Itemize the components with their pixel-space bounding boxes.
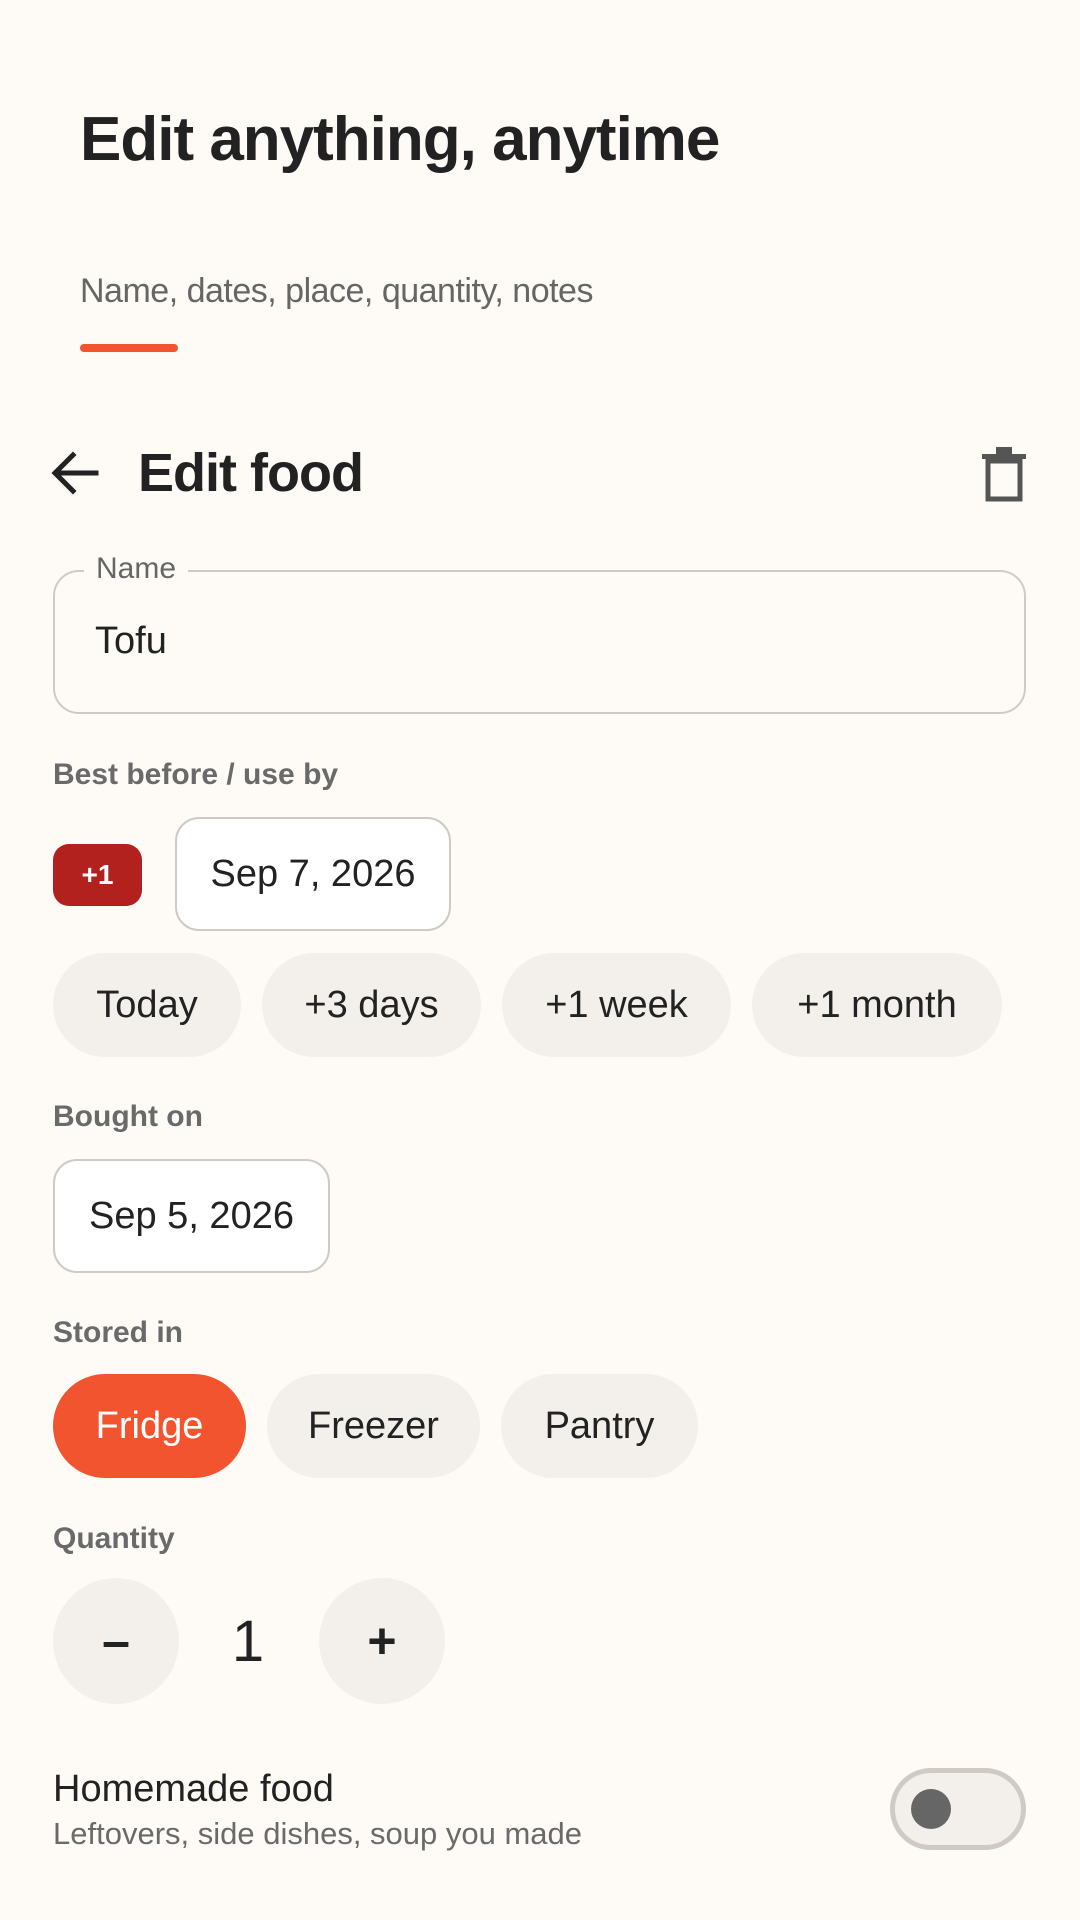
name-field-value[interactable]: Tofu bbox=[95, 620, 167, 663]
screen-title: Edit food bbox=[138, 443, 364, 503]
name-field-label: Name bbox=[84, 552, 189, 586]
days-left-badge: +1 bbox=[53, 844, 142, 906]
quantity-value: 1 bbox=[231, 1608, 265, 1674]
quick-date-1-month[interactable]: +1 month bbox=[752, 953, 1002, 1057]
promo-subtitle: Name, dates, place, quantity, notes bbox=[80, 272, 593, 310]
stored-in-label: Stored in bbox=[53, 1316, 184, 1349]
quick-date-1-week[interactable]: +1 week bbox=[502, 953, 731, 1057]
quantity-decrement-button[interactable]: – bbox=[53, 1578, 179, 1704]
storage-option-fridge[interactable]: Fridge bbox=[53, 1374, 246, 1478]
quick-date-today[interactable]: Today bbox=[53, 953, 241, 1057]
promo-title: Edit anything, anytime bbox=[80, 105, 720, 174]
arrow-left-icon bbox=[51, 451, 99, 495]
storage-option-pantry[interactable]: Pantry bbox=[501, 1374, 698, 1478]
homemade-toggle-title: Homemade food bbox=[53, 1768, 334, 1810]
quantity-increment-button[interactable]: + bbox=[319, 1578, 445, 1704]
edit-food-screen: Edit anything, anytime Name, dates, plac… bbox=[0, 0, 1080, 1920]
name-field[interactable] bbox=[53, 570, 1026, 714]
storage-option-freezer[interactable]: Freezer bbox=[267, 1374, 480, 1478]
expiry-date-picker[interactable]: Sep 7, 2026 bbox=[175, 817, 451, 931]
expiry-label: Best before / use by bbox=[53, 758, 339, 791]
bought-on-label: Bought on bbox=[53, 1100, 203, 1133]
toggle-knob bbox=[911, 1789, 951, 1829]
promo-accent-bar bbox=[80, 344, 178, 352]
bought-date-picker[interactable]: Sep 5, 2026 bbox=[53, 1159, 330, 1273]
trash-icon bbox=[982, 447, 1026, 502]
delete-button[interactable] bbox=[980, 446, 1028, 502]
quantity-label: Quantity bbox=[53, 1522, 175, 1555]
homemade-toggle-subtitle: Leftovers, side dishes, soup you made bbox=[53, 1816, 583, 1851]
quick-date-3-days[interactable]: +3 days bbox=[262, 953, 481, 1057]
back-button[interactable] bbox=[46, 444, 104, 502]
homemade-toggle[interactable] bbox=[890, 1768, 1026, 1850]
